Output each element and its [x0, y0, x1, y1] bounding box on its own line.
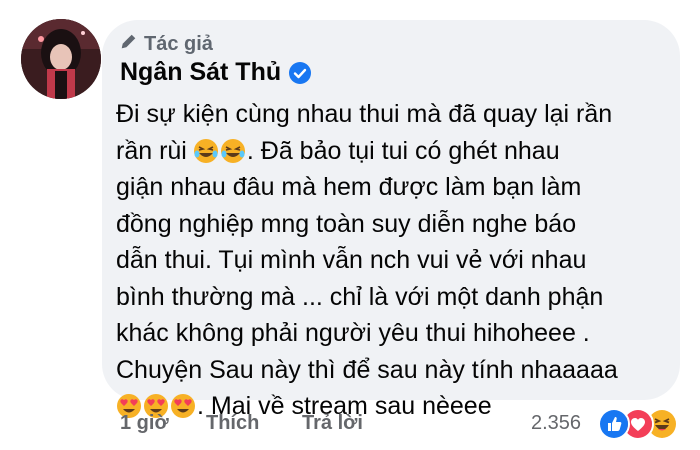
author-badge-label: Tác giả	[144, 32, 213, 55]
rolling-on-floor-laughing-emoji	[193, 138, 218, 163]
comment-bubble: Tác giả Ngân Sát Thủ Đi sự kiện cùng nha…	[102, 20, 680, 420]
comment-line-with-emoji: rần rùi . Đã bảo tụi tui có ghét nhau	[116, 133, 668, 170]
author-avatar[interactable]	[21, 19, 101, 99]
author-badge: Tác giả	[120, 32, 213, 56]
reaction-summary[interactable]	[598, 408, 680, 440]
pencil-icon	[120, 32, 138, 56]
comment-line: rần rùi	[116, 136, 187, 165]
comment-line: giận nhau đâu mà hem được làm bạn làm	[116, 173, 582, 201]
comment-line: Chuyện Sau này thì để sau này tính nhaaa…	[116, 355, 618, 384]
like-icon	[598, 408, 630, 440]
comment-timestamp[interactable]: 1 giờ	[120, 412, 169, 435]
comment-line: đồng nghiệp mng toàn suy diễn nghe báo	[116, 209, 577, 238]
comment-text: Đi sự kiện cùng nhau thui mà đã quay lại…	[116, 96, 668, 425]
comment-line: khác không phải người yêu thui hihoheee …	[116, 319, 590, 347]
comment-line: dẫn thui. Tụi mình vẫn nch vui vẻ với nh…	[116, 246, 587, 274]
comment-line: . Đã bảo tụi tui có ghét nhau	[246, 136, 560, 165]
reaction-count[interactable]: 2.356	[531, 412, 581, 435]
rolling-on-floor-laughing-emoji	[220, 138, 245, 163]
comment-line: bình thường mà ... chỉ là với một danh p…	[116, 282, 604, 311]
comment-footer: 1 giờ Thích Trả lời 2.356	[0, 408, 700, 442]
reply-button[interactable]: Trả lời	[302, 412, 363, 435]
comment-line: Đi sự kiện cùng nhau thui mà đã quay lại…	[116, 100, 613, 128]
author-name[interactable]: Ngân Sát Thủ	[120, 58, 281, 87]
like-button[interactable]: Thích	[206, 412, 259, 435]
verified-badge-icon	[289, 61, 312, 84]
